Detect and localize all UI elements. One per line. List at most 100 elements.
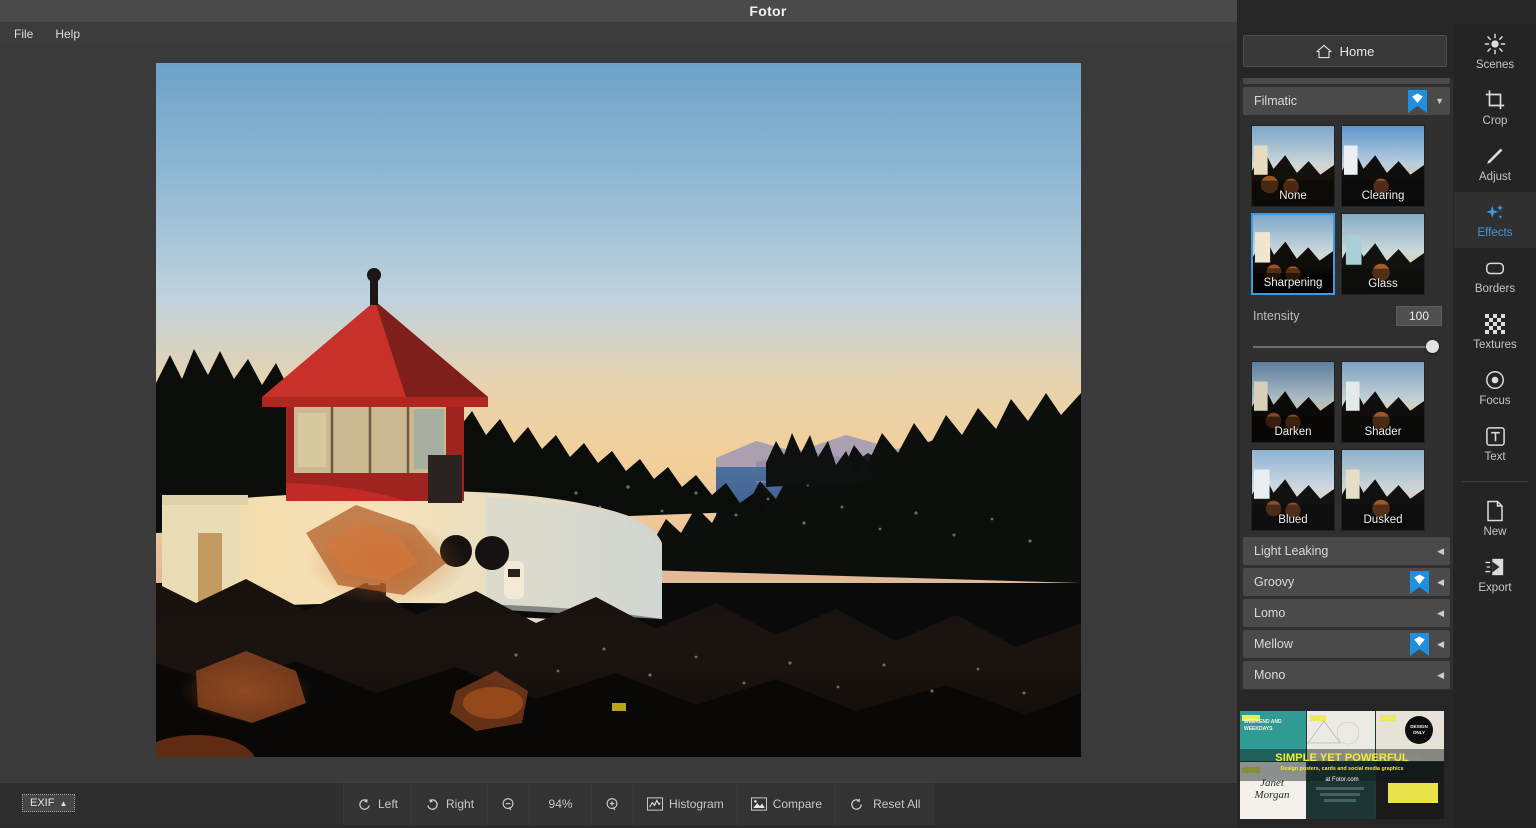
rail-item-crop[interactable]: Crop <box>1454 80 1536 136</box>
histogram-label: Histogram <box>669 797 724 811</box>
rail-label-export: Export <box>1478 582 1512 594</box>
home-row: Home <box>1237 24 1453 78</box>
rotate-right-icon <box>427 798 438 810</box>
rotate-right-label: Right <box>446 797 475 811</box>
category-label-filmatic: Filmatic <box>1254 94 1298 108</box>
svg-text:at Fotor.com: at Fotor.com <box>1325 777 1358 783</box>
rail-label-scenes: Scenes <box>1475 59 1515 71</box>
rail-item-export[interactable]: Export <box>1454 547 1536 603</box>
effect-thumb-label: None <box>1279 190 1307 202</box>
svg-text:WEEKEND AND: WEEKEND AND <box>1244 719 1282 725</box>
zoom-level-label: 94% <box>548 797 573 811</box>
rail-label-borders: Borders <box>1474 283 1516 295</box>
rotate-left-button[interactable]: Left <box>343 783 413 825</box>
effect-thumb-glass[interactable]: Glass <box>1341 213 1425 295</box>
intensity-slider[interactable] <box>1253 340 1439 354</box>
intensity-slider-handle[interactable] <box>1426 340 1439 353</box>
chevron-left-icon[interactable]: ◀ <box>1437 546 1444 557</box>
home-icon <box>1316 44 1332 58</box>
effect-thumb-label: Clearing <box>1361 190 1405 202</box>
effect-thumb-darken[interactable]: Darken <box>1251 361 1335 443</box>
rail-label-text: Text <box>1484 451 1506 463</box>
reset-icon <box>851 797 862 810</box>
bottom-toolbar: EXIF ▲ Left Right 94% Histogram Compare … <box>0 782 1237 825</box>
brightness-icon <box>1484 33 1506 55</box>
chevron-left-icon[interactable]: ◀ <box>1437 670 1444 681</box>
premium-gem-icon <box>1408 89 1428 113</box>
svg-text:SIMPLE YET POWERFUL: SIMPLE YET POWERFUL <box>1275 752 1409 764</box>
effect-thumb-sharpening[interactable]: Sharpening <box>1251 213 1335 295</box>
rotate-right-button[interactable]: Right <box>412 783 489 825</box>
collapsed-category-list: Light Leaking ◀ Groovy ◀ Lomo ◀ Mellow ◀… <box>1240 531 1453 690</box>
window-title: Fotor <box>749 3 787 19</box>
zoom-out-button[interactable] <box>488 783 531 825</box>
rail-item-scenes[interactable]: Scenes <box>1454 24 1536 80</box>
rotate-left-icon <box>359 798 370 810</box>
lighthouse-sunset-photo <box>156 63 1081 757</box>
menu-item-help[interactable]: Help <box>55 27 80 41</box>
reset-all-label: Reset All <box>873 797 921 811</box>
effect-thumb-clearing[interactable]: Clearing <box>1341 125 1425 207</box>
category-header-filmatic[interactable]: Filmatic ▼ <box>1243 87 1450 115</box>
compare-button[interactable]: Compare <box>737 783 837 825</box>
effect-thumb-shader[interactable]: Shader <box>1341 361 1425 443</box>
histogram-icon <box>647 797 663 811</box>
category-label: Mono <box>1254 668 1286 682</box>
rail-item-adjust[interactable]: Adjust <box>1454 136 1536 192</box>
intensity-value-field[interactable]: 100 <box>1396 306 1442 326</box>
effect-thumbnail-grid: None Clearing Sharpening Glass <box>1240 118 1453 295</box>
chevron-left-icon[interactable]: ◀ <box>1437 577 1444 588</box>
menu-bar: File Help <box>0 22 1237 46</box>
rail-item-borders[interactable]: Borders <box>1454 248 1536 304</box>
canvas-area[interactable] <box>0 46 1237 782</box>
rotate-left-label: Left <box>378 797 399 811</box>
effect-thumb-label: Sharpening <box>1253 273 1333 293</box>
category-header-mellow[interactable]: Mellow ◀ <box>1243 630 1450 658</box>
rail-item-focus[interactable]: Focus <box>1454 360 1536 416</box>
pencil-icon <box>1484 145 1506 167</box>
category-label: Groovy <box>1254 575 1295 589</box>
effect-thumb-dusked[interactable]: Dusked <box>1341 449 1425 531</box>
category-label: Light Leaking <box>1254 544 1329 558</box>
effect-thumb-label: Blued <box>1278 514 1308 526</box>
premium-gem-icon <box>1410 570 1430 594</box>
rail-item-text[interactable]: Text <box>1454 416 1536 472</box>
rail-item-effects[interactable]: Effects <box>1454 192 1536 248</box>
home-button[interactable]: Home <box>1243 35 1447 67</box>
effect-thumb-label: Shader <box>1364 426 1402 438</box>
effect-thumb-blued[interactable]: Blued <box>1251 449 1335 531</box>
category-header-lomo[interactable]: Lomo ◀ <box>1243 599 1450 627</box>
rail-label-adjust: Adjust <box>1479 171 1511 183</box>
rail-label-focus: Focus <box>1479 395 1511 407</box>
tool-rail: Scenes Crop Adjust Effects Borders Textu… <box>1454 24 1536 828</box>
menu-item-file[interactable]: File <box>14 27 33 41</box>
rounded-rect-icon <box>1484 257 1506 279</box>
category-header-light-leaking[interactable]: Light Leaking ◀ <box>1243 537 1450 565</box>
reset-all-button[interactable]: Reset All <box>836 783 935 825</box>
chevron-left-icon[interactable]: ◀ <box>1437 608 1444 619</box>
photo-canvas[interactable] <box>156 63 1081 757</box>
image-tools-group: Left Right 94% Histogram Compare Reset A… <box>343 783 935 825</box>
chevron-down-icon[interactable]: ▼ <box>1435 96 1444 106</box>
rail-label-textures: Textures <box>1473 339 1517 351</box>
page-icon <box>1485 500 1505 522</box>
rail-item-textures[interactable]: Textures <box>1454 304 1536 360</box>
promo-banner[interactable]: DESIGN ONLY WEEKEND AND WEEKDAYS Janet M… <box>1240 711 1444 819</box>
effect-thumb-none[interactable]: None <box>1251 125 1335 207</box>
compare-icon <box>750 797 767 811</box>
compare-label: Compare <box>772 797 823 811</box>
exif-button[interactable]: EXIF ▲ <box>22 794 76 812</box>
chevron-left-icon[interactable]: ◀ <box>1437 639 1444 650</box>
rail-item-new[interactable]: New <box>1454 491 1536 547</box>
rail-label-effects: Effects <box>1477 227 1513 239</box>
category-header-mono[interactable]: Mono ◀ <box>1243 661 1450 689</box>
zoom-in-button[interactable] <box>592 783 635 825</box>
category-header-groovy[interactable]: Groovy ◀ <box>1243 568 1450 596</box>
rail-divider <box>1462 481 1528 482</box>
promo-banner-image: DESIGN ONLY WEEKEND AND WEEKDAYS Janet M… <box>1240 711 1444 819</box>
histogram-button[interactable]: Histogram <box>634 783 738 825</box>
partial-category-above[interactable] <box>1243 78 1450 84</box>
intensity-slider-track <box>1253 346 1439 348</box>
intensity-row: Intensity 100 <box>1240 295 1453 326</box>
rail-label-new: New <box>1483 526 1507 538</box>
